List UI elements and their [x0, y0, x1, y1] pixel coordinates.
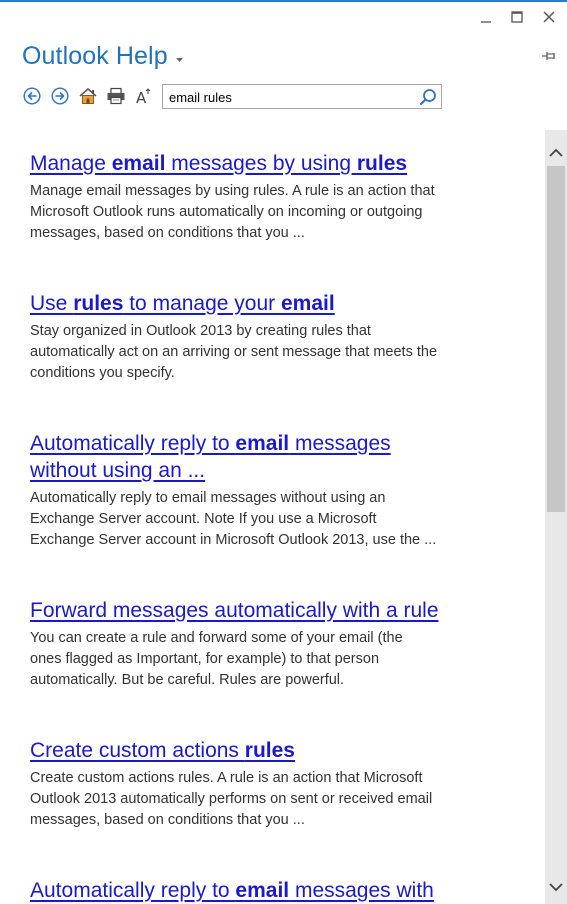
forward-arrow-icon [51, 87, 69, 105]
minimize-icon [481, 21, 491, 23]
help-title-menu[interactable]: Outlook Help [22, 42, 184, 71]
back-arrow-icon [23, 87, 41, 105]
result-title-link[interactable]: Use rules to manage your email [30, 290, 500, 317]
search-result: Automatically reply to email messages wit… [30, 430, 500, 551]
minimize-button[interactable] [474, 6, 498, 28]
chevron-up-icon [549, 148, 563, 157]
search-button[interactable] [417, 86, 439, 107]
search-result: Automatically reply to email messages wi… [30, 877, 434, 904]
window-accent-bar [0, 0, 567, 2]
pin-icon [542, 52, 555, 60]
close-icon [543, 11, 555, 23]
print-icon [107, 87, 125, 105]
home-button[interactable] [78, 86, 98, 106]
svg-text:A: A [136, 89, 147, 105]
scroll-up-button[interactable] [545, 142, 567, 164]
chevron-down-icon [549, 883, 563, 892]
search-result: Use rules to manage your email Stay orga… [30, 290, 500, 384]
forward-button[interactable] [50, 86, 70, 106]
result-description: You can create a rule and forward some o… [30, 630, 403, 688]
help-toolbar: A [22, 83, 162, 109]
search-result: Manage email messages by using rules Man… [30, 150, 500, 244]
search-result: Forward messages automatically with a ru… [30, 597, 500, 691]
search-box [162, 84, 442, 109]
font-size-button[interactable]: A [134, 86, 154, 106]
app-title: Outlook Help [22, 42, 168, 70]
result-description: Create custom actions rules. A rule is a… [30, 770, 433, 828]
scrollbar-thumb[interactable] [547, 166, 565, 512]
result-title-link[interactable]: Automatically reply to email messages wi… [30, 877, 434, 904]
result-description: Stay organized in Outlook 2013 by creati… [30, 323, 438, 381]
home-icon [79, 88, 97, 104]
result-title-link[interactable]: Automatically reply to email messages wit… [30, 430, 500, 484]
result-description: Automatically reply to email messages wi… [30, 490, 437, 548]
result-title-link[interactable]: Create custom actions rules [30, 737, 500, 764]
result-title-link[interactable]: Forward messages automatically with a ru… [30, 597, 500, 624]
scroll-down-button[interactable] [545, 876, 567, 898]
search-icon [419, 88, 436, 105]
vertical-scrollbar[interactable] [545, 130, 567, 904]
dropdown-caret-icon [175, 57, 183, 62]
result-description: Manage email messages by using rules. A … [30, 183, 435, 241]
pin-button[interactable] [541, 48, 559, 64]
close-button[interactable] [537, 6, 561, 28]
print-button[interactable] [106, 86, 126, 106]
maximize-button[interactable] [505, 6, 529, 28]
search-input[interactable] [169, 88, 409, 106]
maximize-icon [511, 11, 523, 23]
font-size-icon: A [136, 88, 151, 105]
search-result: Create custom actions rules Create custo… [30, 737, 500, 831]
back-button[interactable] [22, 86, 42, 106]
result-title-link[interactable]: Manage email messages by using rules [30, 150, 500, 177]
